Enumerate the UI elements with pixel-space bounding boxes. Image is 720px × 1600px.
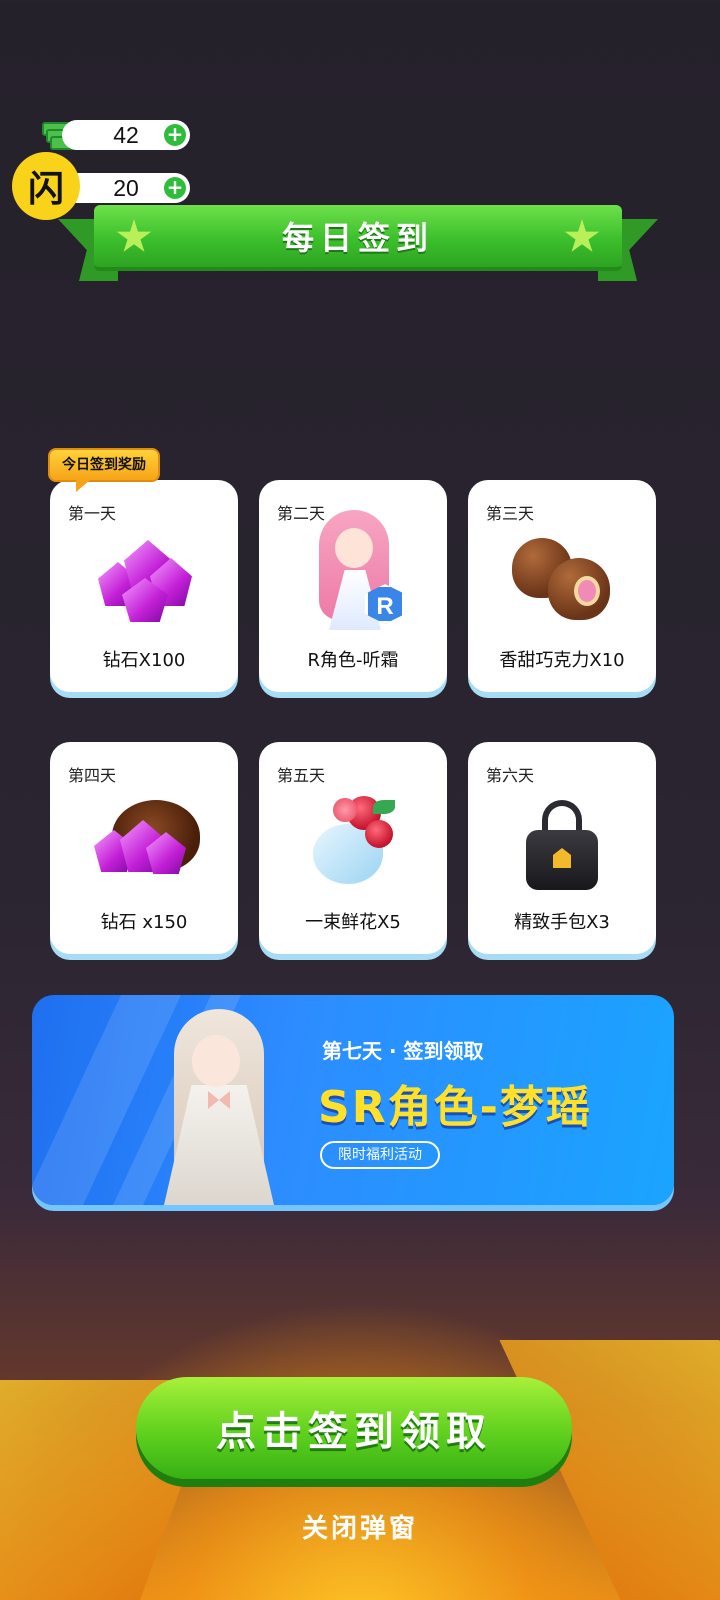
limited-event-badge: 限时福利活动: [320, 1141, 440, 1169]
reward-label: R角色-听霜: [307, 650, 399, 671]
diamond-bag-icon: [94, 794, 200, 894]
page-title: 每日签到: [281, 219, 434, 257]
diamond-icon: [94, 532, 194, 632]
close-popup-button[interactable]: 关闭弹窗: [0, 1508, 720, 1545]
cash-counter: 42 +: [62, 120, 190, 150]
handbag-icon: [512, 794, 612, 894]
reward-label: 精致手包X3: [514, 912, 610, 933]
chocolate-icon: [512, 532, 612, 632]
day-label: 第五天: [277, 766, 326, 785]
reward-card-day-1[interactable]: 第一天 钻石X100: [50, 480, 238, 692]
energy-counter: 20 +: [62, 173, 190, 203]
day-label: 第三天: [486, 504, 535, 523]
sr-character-icon: [134, 995, 314, 1205]
reward-card-day-3[interactable]: 第三天 香甜巧克力X10: [468, 480, 656, 692]
reward-label: 钻石 x150: [100, 912, 188, 933]
day-label: 第四天: [68, 766, 117, 785]
energy-amount: 20: [113, 174, 139, 201]
day7-title: SR角色-梦瑶: [318, 1082, 592, 1133]
reward-card-day-4[interactable]: 第四天 钻石 x150: [50, 742, 238, 954]
reward-label: 一束鲜花X5: [305, 912, 401, 933]
day-label: 第六天: [486, 766, 535, 785]
reward-card-day-7[interactable]: 第七天 · 签到领取 SR角色-梦瑶 限时福利活动: [32, 995, 674, 1205]
cash-amount: 42: [113, 121, 139, 148]
reward-card-day-5[interactable]: 第五天 一束鲜花X5: [259, 742, 447, 954]
reward-card-day-2[interactable]: 第二天 R R角色-听霜: [259, 480, 447, 692]
reward-label: 香甜巧克力X10: [499, 650, 625, 671]
bouquet-icon: [303, 794, 403, 894]
character-icon: R: [305, 502, 405, 634]
reward-card-day-6[interactable]: 第六天 精致手包X3: [468, 742, 656, 954]
add-cash-button[interactable]: +: [164, 124, 186, 146]
day-label: 第一天: [68, 504, 117, 523]
claim-button-label: 点击签到领取: [216, 1409, 492, 1455]
banner-ribbon: 每日签到: [94, 205, 622, 271]
today-reward-badge: 今日签到奖励: [48, 448, 160, 482]
reward-label: 钻石X100: [102, 650, 186, 671]
day7-subtitle: 第七天 · 签到领取: [322, 1039, 484, 1063]
claim-button[interactable]: 点击签到领取: [136, 1377, 572, 1479]
add-energy-button[interactable]: +: [164, 177, 186, 199]
title-banner: 每日签到: [58, 205, 658, 285]
